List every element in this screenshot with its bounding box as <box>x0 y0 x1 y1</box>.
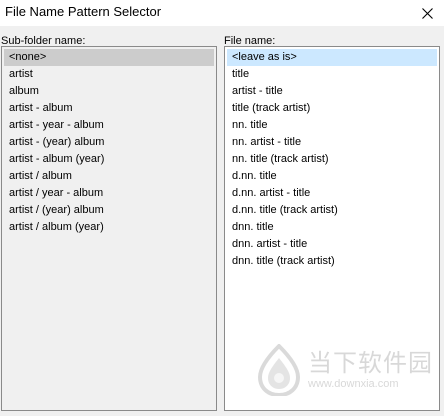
watermark-text: 当下软件园 <box>308 349 433 377</box>
filename-list-item[interactable]: title <box>227 66 437 83</box>
subfolder-list-item[interactable]: artist - year - album <box>4 117 214 134</box>
subfolder-list-item[interactable]: artist - album (year) <box>4 151 214 168</box>
filename-list-item[interactable]: nn. artist - title <box>227 134 437 151</box>
filename-list-item[interactable]: nn. title <box>227 117 437 134</box>
filename-list-item[interactable]: nn. title (track artist) <box>227 151 437 168</box>
subfolder-list-item[interactable]: artist / year - album <box>4 185 214 202</box>
subfolder-list-item[interactable]: artist <box>4 66 214 83</box>
dialog-window: File Name Pattern Selector Sub-folder na… <box>0 0 444 416</box>
close-button[interactable] <box>410 0 444 26</box>
subfolder-list-item[interactable]: artist - (year) album <box>4 134 214 151</box>
watermark: 当下软件园 www.downxia.com <box>256 344 442 400</box>
subfolder-listbox[interactable]: <none> artist album artist - album artist - … <box>1 46 217 411</box>
subfolder-list-item[interactable]: artist - album <box>4 100 214 117</box>
filename-list-item[interactable]: <leave as is> <box>227 49 437 66</box>
window-title: File Name Pattern Selector <box>5 4 162 19</box>
filename-list-item[interactable]: dnn. artist - title <box>227 236 437 253</box>
filename-list-item[interactable]: artist - title <box>227 83 437 100</box>
filename-list-item[interactable]: d.nn. title (track artist) <box>227 202 437 219</box>
subfolder-list-item[interactable]: <none> <box>4 49 214 66</box>
watermark-url: www.downxia.com <box>308 378 399 390</box>
subfolder-list-item[interactable]: artist / (year) album <box>4 202 214 219</box>
subfolder-list-item[interactable]: album <box>4 83 214 100</box>
watermark-logo-icon <box>257 344 301 396</box>
filename-list-item[interactable]: title (track artist) <box>227 100 437 117</box>
filename-list-item[interactable]: dnn. title (track artist) <box>227 253 437 270</box>
subfolder-list-item[interactable]: artist / album <box>4 168 214 185</box>
close-icon <box>421 7 433 19</box>
filename-list-item[interactable]: d.nn. artist - title <box>227 185 437 202</box>
filename-list-item[interactable]: dnn. title <box>227 219 437 236</box>
filename-list-item[interactable]: d.nn. title <box>227 168 437 185</box>
title-bar: File Name Pattern Selector <box>0 0 444 26</box>
subfolder-list-item[interactable]: artist / album (year) <box>4 219 214 236</box>
